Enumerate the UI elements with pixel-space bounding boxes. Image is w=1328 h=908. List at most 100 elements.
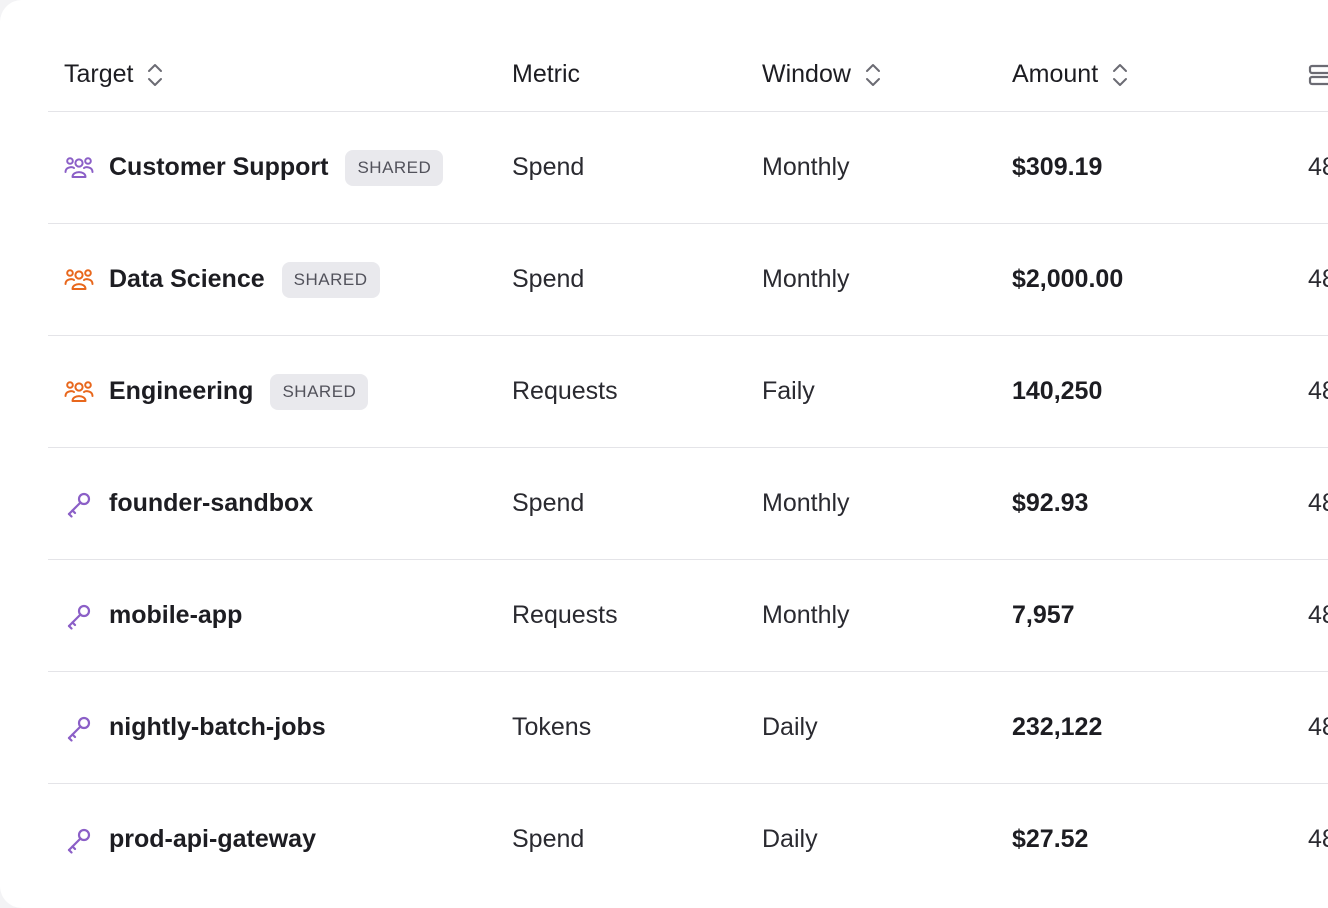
metric-cell: Spend bbox=[512, 224, 584, 335]
metric-cell: Tokens bbox=[512, 672, 591, 783]
extra-value: 48 bbox=[1308, 377, 1328, 405]
key-icon bbox=[64, 713, 94, 743]
target-name: founder-sandbox bbox=[109, 489, 314, 517]
viewport: Target Metric Window Amount Customer Sup… bbox=[0, 0, 1328, 908]
column-header-metric-label: Metric bbox=[512, 60, 581, 88]
table-row[interactable]: mobile-app Requests Monthly 7,957 48 bbox=[48, 559, 1328, 671]
team-icon bbox=[64, 377, 94, 407]
amount-cell: $2,000.00 bbox=[1012, 224, 1123, 335]
column-header-target[interactable]: Target bbox=[64, 38, 163, 111]
window-cell: Monthly bbox=[762, 112, 850, 223]
team-icon bbox=[64, 153, 94, 183]
budgets-table: Target Metric Window Amount Customer Sup… bbox=[48, 38, 1328, 895]
extra-cell: 48 bbox=[1308, 784, 1328, 895]
table-header-row: Target Metric Window Amount bbox=[48, 38, 1328, 111]
window-value: Monthly bbox=[762, 265, 850, 293]
target-name: prod-api-gateway bbox=[109, 825, 316, 853]
window-value: Monthly bbox=[762, 601, 850, 629]
team-icon bbox=[64, 265, 94, 295]
stack-icon[interactable] bbox=[1308, 62, 1328, 88]
extra-cell: 48 bbox=[1308, 112, 1328, 223]
shared-badge: SHARED bbox=[270, 373, 369, 410]
window-cell: Daily bbox=[762, 784, 818, 895]
extra-cell: 48 bbox=[1308, 560, 1328, 671]
metric-value: Requests bbox=[512, 377, 618, 405]
metric-cell: Requests bbox=[512, 336, 618, 447]
budgets-table-card: Target Metric Window Amount Customer Sup… bbox=[0, 0, 1328, 908]
metric-value: Spend bbox=[512, 265, 585, 293]
target-cell: mobile-app bbox=[64, 560, 242, 671]
target-cell: Engineering SHARED bbox=[64, 336, 369, 447]
amount-cell: 232,122 bbox=[1012, 672, 1102, 783]
table-row[interactable]: founder-sandbox Spend Monthly $92.93 48 bbox=[48, 447, 1328, 559]
table-row[interactable]: Data Science SHARED Spend Monthly $2,000… bbox=[48, 223, 1328, 335]
column-header-target-label: Target bbox=[64, 60, 134, 88]
table-row[interactable]: prod-api-gateway Spend Daily $27.52 48 bbox=[48, 783, 1328, 895]
target-cell: prod-api-gateway bbox=[64, 784, 316, 895]
amount-value: $309.19 bbox=[1012, 153, 1103, 181]
table-row[interactable]: Engineering SHARED Requests Faily 140,25… bbox=[48, 335, 1328, 447]
amount-value: 140,250 bbox=[1012, 377, 1103, 405]
target-cell: nightly-batch-jobs bbox=[64, 672, 326, 783]
target-name: Customer Support bbox=[109, 153, 329, 181]
amount-cell: $92.93 bbox=[1012, 448, 1088, 559]
metric-value: Spend bbox=[512, 825, 585, 853]
extra-value: 48 bbox=[1308, 265, 1328, 293]
window-cell: Daily bbox=[762, 672, 818, 783]
table-body: Customer Support SHARED Spend Monthly $3… bbox=[48, 111, 1328, 895]
window-cell: Monthly bbox=[762, 560, 850, 671]
target-name: nightly-batch-jobs bbox=[109, 713, 326, 741]
table-row[interactable]: Customer Support SHARED Spend Monthly $3… bbox=[48, 111, 1328, 223]
target-name: mobile-app bbox=[109, 601, 243, 629]
column-header-window-label: Window bbox=[762, 60, 851, 88]
key-icon bbox=[64, 825, 94, 855]
column-header-metric: Metric bbox=[512, 38, 580, 111]
sort-icon[interactable] bbox=[1112, 62, 1128, 88]
amount-value: $92.93 bbox=[1012, 489, 1089, 517]
shared-badge: SHARED bbox=[281, 261, 380, 298]
metric-value: Spend bbox=[512, 489, 585, 517]
window-cell: Monthly bbox=[762, 224, 850, 335]
column-header-tool[interactable] bbox=[1308, 38, 1328, 111]
target-cell: Data Science SHARED bbox=[64, 224, 380, 335]
extra-cell: 48 bbox=[1308, 336, 1328, 447]
target-cell: Customer Support SHARED bbox=[64, 112, 444, 223]
metric-cell: Requests bbox=[512, 560, 618, 671]
table-row[interactable]: nightly-batch-jobs Tokens Daily 232,122 … bbox=[48, 671, 1328, 783]
target-cell: founder-sandbox bbox=[64, 448, 313, 559]
amount-value: 7,957 bbox=[1012, 601, 1075, 629]
metric-cell: Spend bbox=[512, 448, 584, 559]
column-header-amount[interactable]: Amount bbox=[1012, 38, 1128, 111]
column-header-window[interactable]: Window bbox=[762, 38, 881, 111]
window-value: Daily bbox=[762, 825, 818, 853]
sort-icon[interactable] bbox=[865, 62, 881, 88]
window-cell: Faily bbox=[762, 336, 815, 447]
target-name: Engineering bbox=[109, 377, 254, 405]
metric-value: Requests bbox=[512, 601, 618, 629]
key-icon bbox=[64, 489, 94, 519]
window-cell: Monthly bbox=[762, 448, 850, 559]
column-header-amount-label: Amount bbox=[1012, 60, 1099, 88]
amount-value: $2,000.00 bbox=[1012, 265, 1124, 293]
extra-value: 48 bbox=[1308, 489, 1328, 517]
extra-value: 48 bbox=[1308, 713, 1328, 741]
extra-cell: 48 bbox=[1308, 448, 1328, 559]
sort-icon[interactable] bbox=[147, 62, 163, 88]
window-value: Faily bbox=[762, 377, 815, 405]
extra-value: 48 bbox=[1308, 153, 1328, 181]
amount-cell: $27.52 bbox=[1012, 784, 1088, 895]
shared-badge: SHARED bbox=[345, 149, 444, 186]
key-icon bbox=[64, 601, 94, 631]
extra-value: 48 bbox=[1308, 825, 1328, 853]
amount-cell: 7,957 bbox=[1012, 560, 1075, 671]
window-value: Monthly bbox=[762, 153, 850, 181]
amount-cell: 140,250 bbox=[1012, 336, 1102, 447]
amount-value: $27.52 bbox=[1012, 825, 1089, 853]
metric-cell: Spend bbox=[512, 112, 584, 223]
amount-cell: $309.19 bbox=[1012, 112, 1102, 223]
extra-value: 48 bbox=[1308, 601, 1328, 629]
window-value: Daily bbox=[762, 713, 818, 741]
metric-value: Tokens bbox=[512, 713, 592, 741]
window-value: Monthly bbox=[762, 489, 850, 517]
amount-value: 232,122 bbox=[1012, 713, 1103, 741]
